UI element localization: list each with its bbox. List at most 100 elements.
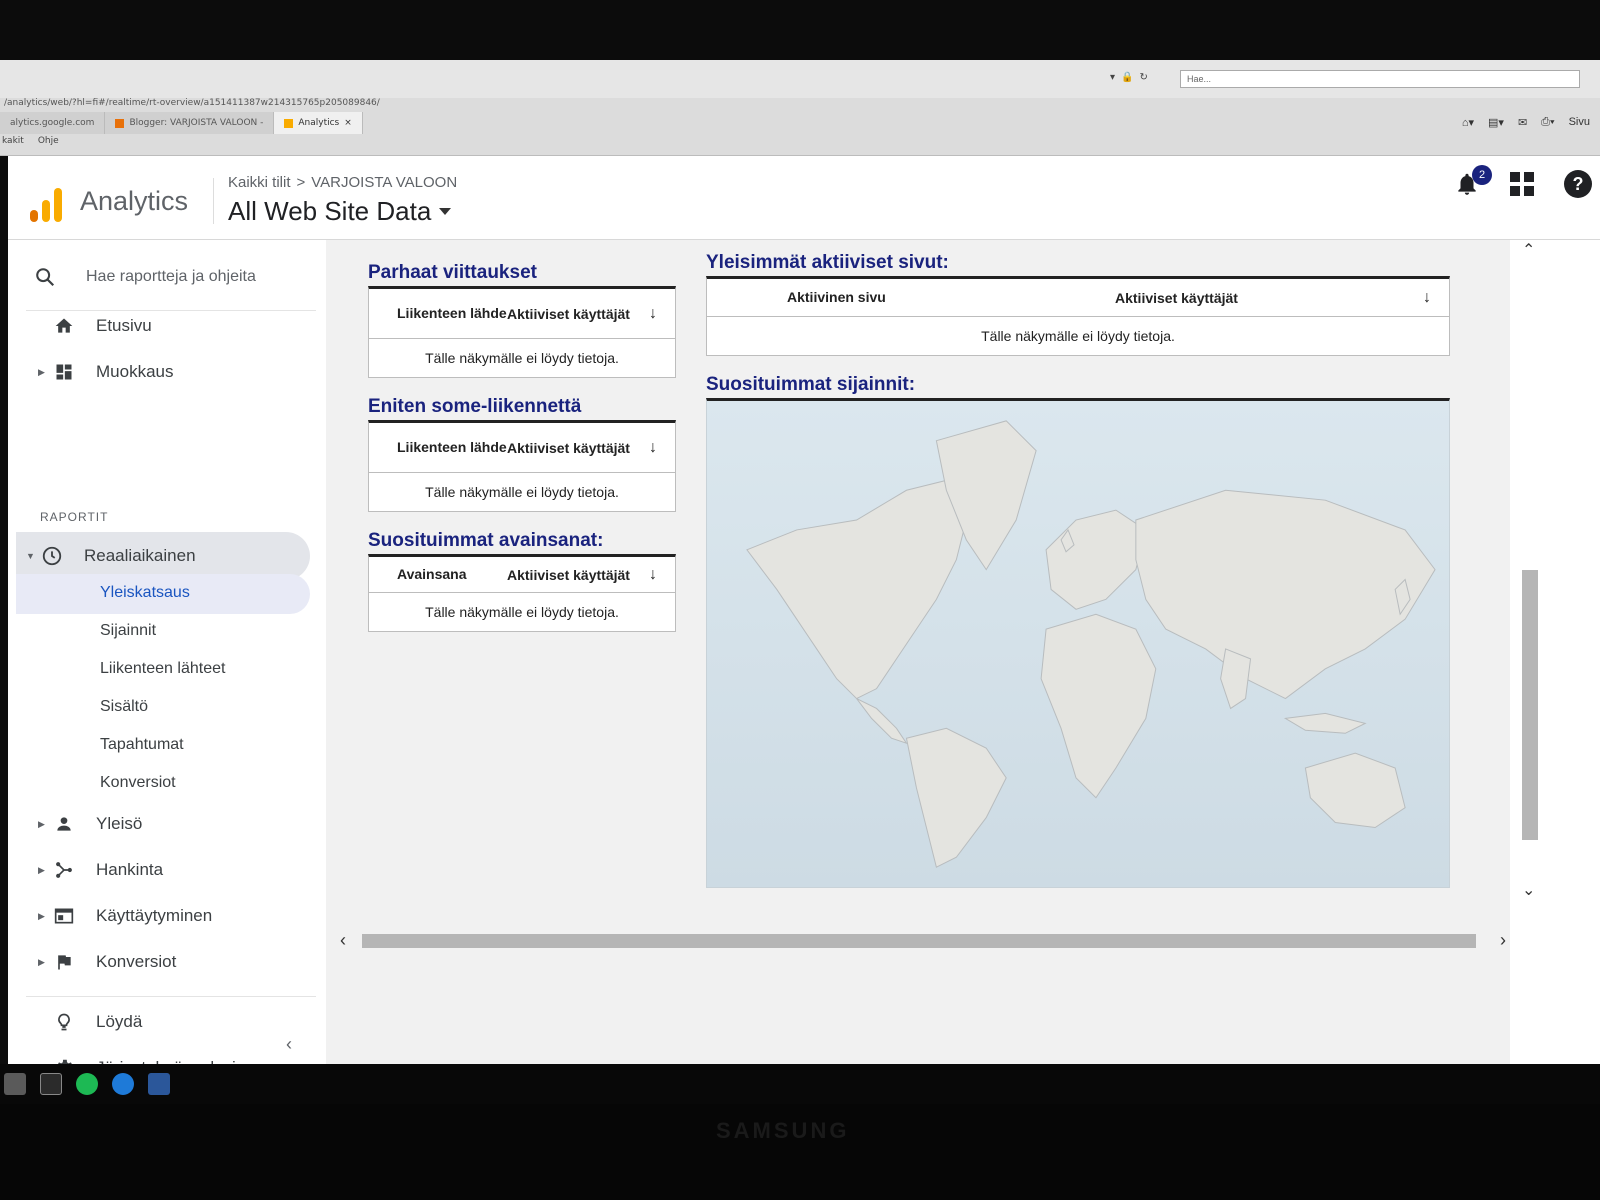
mail-app-icon[interactable] — [40, 1073, 62, 1095]
sort-arrow-down-icon[interactable]: ↓ — [649, 439, 675, 457]
horizontal-scrollbar[interactable]: ‹ › — [336, 930, 1506, 950]
top-pages-title: Yleisimmät aktiiviset sivut: — [706, 252, 949, 273]
sort-arrow-down-icon[interactable]: ↓ — [1423, 289, 1449, 307]
australia-shape — [1304, 752, 1406, 829]
column-header-active-users[interactable]: Aktiiviset käyttäjät — [507, 567, 649, 583]
world-map[interactable] — [706, 398, 1450, 888]
apps-grid-icon[interactable] — [1510, 172, 1534, 196]
top-keywords-table: Avainsana Aktiiviset käyttäjät ↓ Tälle n… — [368, 554, 676, 632]
header-actions: 2 ? — [1454, 165, 1592, 198]
sidebar-item-realtime[interactable]: ▼ Reaaliaikainen — [26, 544, 196, 568]
column-header-keyword[interactable]: Avainsana — [369, 566, 507, 583]
page-menu[interactable]: Sivu — [1569, 116, 1590, 129]
sort-arrow-down-icon[interactable]: ↓ — [649, 566, 675, 584]
sidebar-item-customization[interactable]: ▶ Muokkaus — [38, 360, 173, 384]
sidebar-item-events[interactable]: Tapahtumat — [100, 736, 184, 754]
monitor-brand: SAMSUNG — [716, 1118, 850, 1143]
expand-arrow-icon: ▶ — [38, 366, 45, 377]
sidebar-item-traffic-sources[interactable]: Liikenteen lähteet — [100, 660, 225, 678]
europe-shape — [1045, 509, 1147, 610]
home-page-icon[interactable]: ⌂▾ — [1462, 116, 1474, 129]
sidebar-item-label: Reaaliaikainen — [84, 546, 196, 565]
expand-arrow-icon: ▶ — [38, 910, 45, 921]
browser-tab-3[interactable]: Analytics × — [274, 112, 363, 134]
help-icon[interactable]: ? — [1564, 170, 1592, 198]
top-locations-title: Suosituimmat sijainnit: — [706, 374, 916, 395]
close-tab-icon[interactable]: × — [344, 118, 352, 128]
url-text[interactable]: /analytics/web/?hl=fi#/realtime/rt-overv… — [0, 98, 1600, 112]
print-icon[interactable]: ⎙▾ — [1541, 116, 1554, 129]
column-header-source[interactable]: Liikenteen lähde — [369, 439, 507, 456]
scroll-right-icon[interactable]: › — [1500, 930, 1506, 951]
store-icon[interactable] — [4, 1073, 26, 1095]
home-icon — [52, 314, 76, 338]
tab-label: alytics.google.com — [10, 118, 95, 128]
table-header: Liikenteen lähde Aktiiviset käyttäjät ↓ — [369, 289, 675, 339]
indonesia-shape — [1283, 712, 1367, 734]
sidebar-item-discover[interactable]: Löydä — [38, 1010, 142, 1034]
top-pages-table: Aktiivinen sivu Aktiiviset käyttäjät ↓ T… — [706, 276, 1450, 356]
browser-search-input[interactable]: Hae... — [1180, 70, 1580, 88]
feeds-icon[interactable]: ▤▾ — [1488, 116, 1504, 129]
view-title: All Web Site Data — [228, 196, 432, 226]
tab-strip: alytics.google.com Blogger: VARJOISTA VA… — [0, 112, 363, 134]
notifications-button[interactable]: 2 — [1454, 165, 1492, 197]
breadcrumb[interactable]: Kaikki tilit > VARJOISTA VALOON — [228, 174, 457, 191]
sort-arrow-down-icon[interactable]: ↓ — [649, 305, 675, 323]
sidebar-search[interactable]: Hae raportteja ja ohjeita — [34, 266, 256, 288]
os-taskbar — [0, 1064, 1600, 1104]
collapse-arrow-icon: ▼ — [26, 551, 35, 561]
column-header-active-users[interactable]: Aktiiviset käyttäjät — [507, 306, 649, 322]
column-header-active-users[interactable]: Aktiiviset käyttäjät — [507, 440, 649, 456]
sidebar-divider — [26, 310, 316, 311]
sidebar-item-home[interactable]: Etusivu — [38, 314, 152, 338]
refresh-icon[interactable]: ↻ — [1139, 72, 1147, 83]
asia-shape — [1135, 489, 1436, 700]
address-row: ▾ 🔒 ↻ Hae... — [0, 60, 1600, 98]
word-icon[interactable] — [148, 1073, 170, 1095]
south-america-shape — [905, 727, 1007, 868]
breadcrumb-root[interactable]: Kaikki tilit — [228, 174, 291, 191]
collapse-sidebar-chevron-icon[interactable]: ‹ — [286, 1034, 292, 1055]
clock-icon — [40, 544, 64, 568]
sidebar-item-behavior[interactable]: ▶ Käyttäytyminen — [38, 904, 212, 928]
sidebar-item-conversions-rt[interactable]: Konversiot — [100, 774, 176, 792]
view-selector[interactable]: All Web Site Data — [228, 196, 452, 227]
scroll-down-icon[interactable]: ⌄ — [1522, 880, 1535, 900]
column-header-active-users[interactable]: Aktiiviset käyttäjät — [1115, 290, 1423, 306]
breadcrumb-account[interactable]: VARJOISTA VALOON — [311, 174, 457, 191]
africa-shape — [1040, 613, 1157, 799]
sidebar-item-conversions[interactable]: ▶ Konversiot — [38, 950, 176, 974]
reports-section-label: RAPORTIT — [40, 510, 109, 524]
menu-item-help[interactable]: Ohje — [38, 136, 59, 154]
sidebar-divider — [26, 996, 316, 997]
mail-icon[interactable]: ✉ — [1518, 116, 1527, 129]
browser-tab-1[interactable]: alytics.google.com — [0, 112, 106, 134]
sidebar-item-label: Hankinta — [96, 860, 164, 879]
column-header-source[interactable]: Liikenteen lähde — [369, 305, 507, 322]
sidebar: Hae raportteja ja ohjeita Etusivu ▶ Muok… — [8, 240, 326, 1086]
sidebar-item-overview[interactable]: Yleiskatsaus — [100, 584, 190, 602]
scrollbar-thumb[interactable] — [1522, 570, 1538, 840]
sidebar-item-audience[interactable]: ▶ Yleisö — [38, 812, 142, 836]
sidebar-item-content[interactable]: Sisältö — [100, 698, 148, 716]
header-divider — [213, 178, 214, 224]
top-keywords-title: Suosituimmat avainsanat: — [368, 530, 604, 551]
menu-item-bookmarks[interactable]: kakit — [2, 136, 24, 154]
sidebar-item-acquisition[interactable]: ▶ Hankinta — [38, 858, 163, 882]
scrollbar-thumb[interactable] — [362, 934, 1476, 948]
scroll-up-icon[interactable]: ⌃ — [1522, 240, 1535, 260]
empty-message: Tälle näkymälle ei löydy tietoja. — [425, 604, 619, 620]
expand-arrow-icon: ▶ — [38, 956, 45, 967]
dropdown-icon[interactable]: ▾ — [1110, 72, 1115, 83]
scroll-left-icon[interactable]: ‹ — [340, 930, 346, 951]
lock-icon: 🔒 — [1121, 72, 1134, 83]
spotify-icon[interactable] — [76, 1073, 98, 1095]
browser-tab-2[interactable]: Blogger: VARJOISTA VALOON - — [105, 112, 275, 134]
sidebar-item-locations[interactable]: Sijainnit — [100, 622, 156, 640]
internet-explorer-icon[interactable] — [112, 1073, 134, 1095]
analytics-logo-icon[interactable] — [30, 188, 64, 222]
column-header-active-page[interactable]: Aktiivinen sivu — [707, 289, 1115, 306]
expand-arrow-icon: ▶ — [38, 818, 45, 829]
vertical-scrollbar[interactable]: ⌃ ⌄ — [1516, 240, 1544, 900]
